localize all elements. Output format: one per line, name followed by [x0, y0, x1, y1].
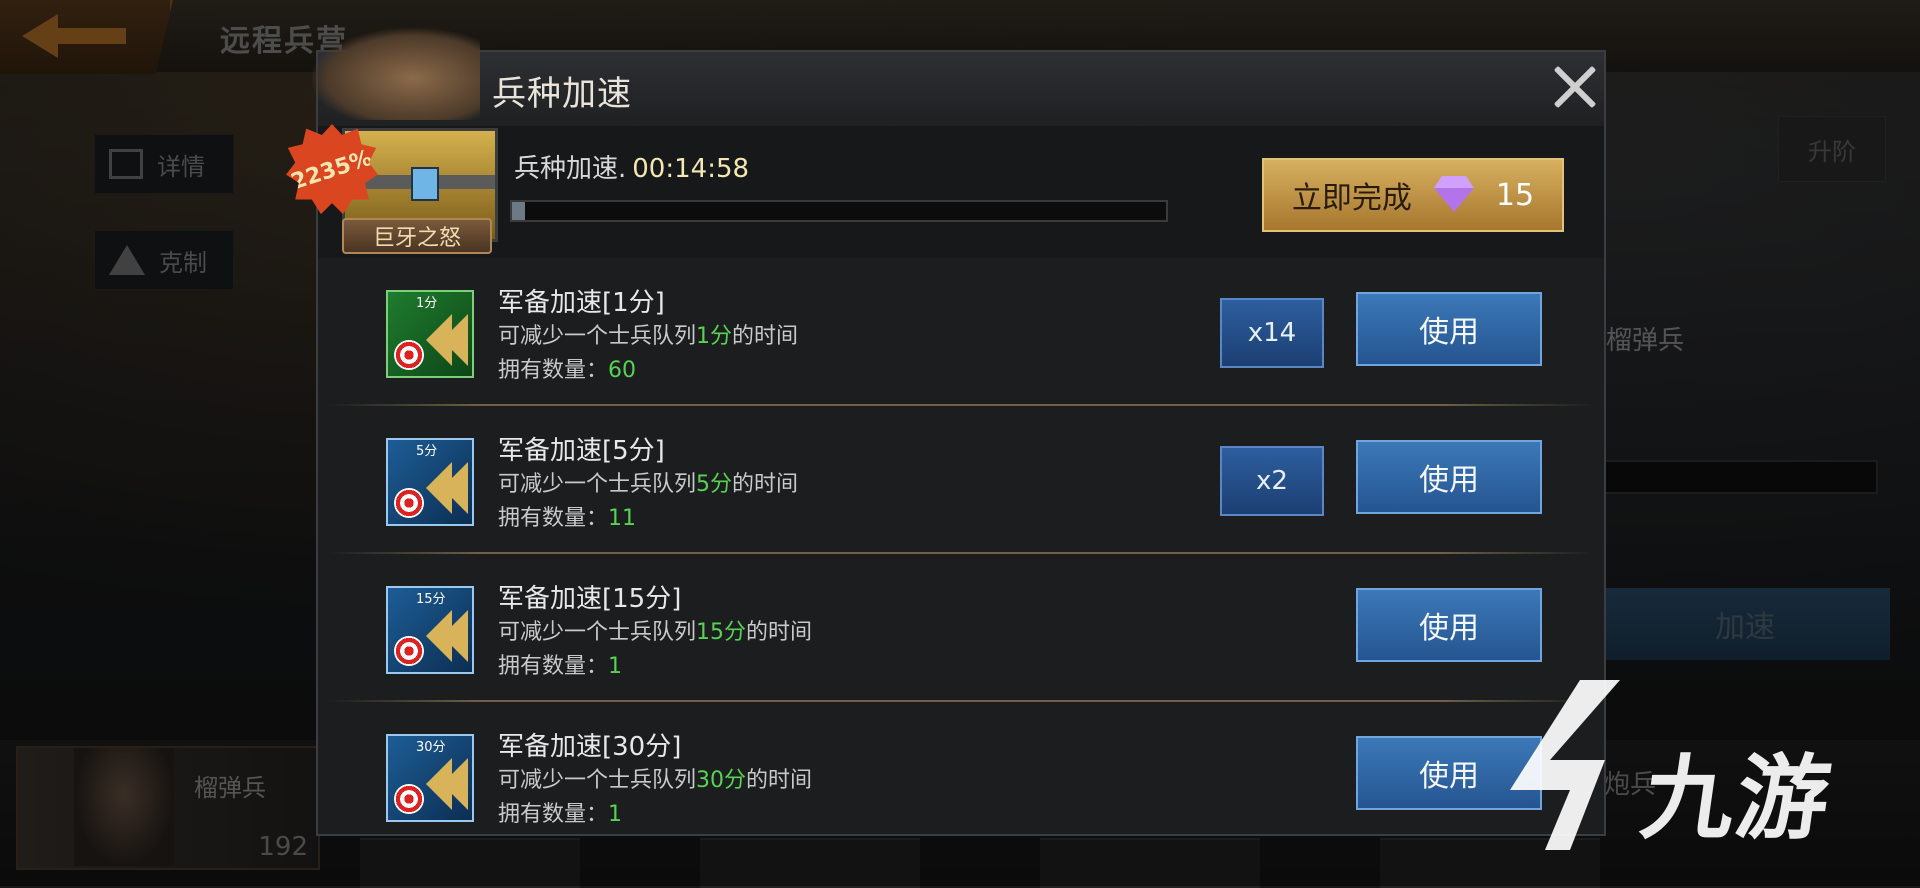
speedup-item-row: 15分 军备加速[15分] 可减少一个士兵队列15分的时间 拥有数量：1 使用: [318, 554, 1604, 702]
finish-now-label: 立即完成: [1291, 181, 1412, 216]
beast-art: [312, 28, 480, 120]
chevron-icon: [442, 314, 468, 366]
item-name: 军备加速[1分]: [498, 288, 665, 318]
speedup-item-icon: 30分: [386, 734, 474, 822]
item-description: 可减少一个士兵队列1分的时间: [498, 318, 798, 350]
desc-text: 的时间: [746, 620, 813, 645]
multi-use-button[interactable]: x14: [1220, 298, 1324, 368]
chevron-icon: [442, 610, 468, 662]
desc-text: 的时间: [732, 472, 799, 497]
target-icon: [394, 340, 424, 370]
speedup-item-row: 30分 军备加速[30分] 可减少一个士兵队列30分的时间 拥有数量：1 使用: [318, 702, 1604, 834]
owned-label: 拥有数量：: [498, 654, 609, 679]
item-name: 军备加速[5分]: [498, 436, 665, 466]
item-owned: 拥有数量：1: [498, 796, 622, 828]
timer-label: 兵种加速. 00:14:58: [514, 148, 749, 185]
owned-count: 11: [608, 506, 637, 531]
watermark-text: 九游: [1635, 745, 1839, 852]
item-description: 可减少一个士兵队列30分的时间: [498, 762, 812, 794]
desc-highlight: 5分: [696, 472, 733, 497]
item-icon-tag: 5分: [416, 444, 438, 459]
desc-text: 的时间: [732, 324, 799, 349]
desc-text: 可减少一个士兵队列: [498, 472, 697, 497]
desc-text: 可减少一个士兵队列: [498, 768, 697, 793]
dialog-title: 兵种加速: [492, 74, 632, 114]
chevron-icon: [442, 462, 468, 514]
item-owned: 拥有数量：11: [498, 500, 636, 532]
owned-label: 拥有数量：: [498, 802, 609, 827]
jiuyou-logo-icon: [1510, 680, 1620, 850]
close-button[interactable]: [1552, 64, 1598, 110]
item-description: 可减少一个士兵队列15分的时间: [498, 614, 812, 646]
event-badge-text: 2235%: [288, 145, 376, 195]
timer-value: 00:14:58: [632, 154, 750, 184]
dialog-header: 兵种加速: [318, 52, 1604, 127]
speedup-item-list: 1分 军备加速[1分] 可减少一个士兵队列1分的时间 拥有数量：60 x14 使…: [318, 258, 1604, 834]
speedup-item-row: 5分 军备加速[5分] 可减少一个士兵队列5分的时间 拥有数量：11 x2 使用: [318, 406, 1604, 554]
speedup-item-icon: 15分: [386, 586, 474, 674]
finish-now-button[interactable]: 立即完成 15: [1262, 158, 1564, 232]
item-owned: 拥有数量：1: [498, 648, 622, 680]
jiuyou-watermark: 九游: [1510, 680, 1890, 852]
owned-count: 1: [608, 802, 623, 827]
multi-use-button[interactable]: x2: [1220, 446, 1324, 516]
item-icon-tag: 30分: [416, 740, 446, 755]
use-button[interactable]: 使用: [1356, 292, 1542, 366]
use-button[interactable]: 使用: [1356, 440, 1542, 514]
item-icon-tag: 1分: [416, 296, 438, 311]
event-name: 巨牙之怒: [342, 218, 492, 254]
target-icon: [394, 784, 424, 814]
timer-progress-bar: [510, 200, 1168, 222]
item-name: 军备加速[15分]: [498, 584, 682, 614]
desc-text: 可减少一个士兵队列: [498, 324, 697, 349]
desc-highlight: 15分: [696, 620, 747, 645]
speedup-dialog: 兵种加速 兵种加速. 00:14:58 立即完成 15 1分 军备加速[1分] 可…: [316, 50, 1606, 836]
lock-icon: [411, 167, 439, 201]
timer-caption: 兵种加速.: [514, 154, 627, 184]
speedup-item-icon: 5分: [386, 438, 474, 526]
use-button[interactable]: 使用: [1356, 588, 1542, 662]
item-owned: 拥有数量：60: [498, 352, 636, 384]
chevron-icon: [442, 758, 468, 810]
speedup-item-row: 1分 军备加速[1分] 可减少一个士兵队列1分的时间 拥有数量：60 x14 使…: [318, 258, 1604, 406]
owned-label: 拥有数量：: [498, 358, 609, 383]
target-icon: [394, 636, 424, 666]
owned-count: 1: [608, 654, 623, 679]
desc-text: 的时间: [746, 768, 813, 793]
diamond-icon: [1433, 188, 1474, 212]
target-icon: [394, 488, 424, 518]
desc-highlight: 30分: [696, 768, 747, 793]
desc-text: 可减少一个士兵队列: [498, 620, 697, 645]
owned-label: 拥有数量：: [498, 506, 609, 531]
item-description: 可减少一个士兵队列5分的时间: [498, 466, 798, 498]
finish-cost: 15: [1495, 177, 1535, 213]
item-icon-tag: 15分: [416, 592, 446, 607]
item-name: 军备加速[30分]: [498, 732, 682, 762]
owned-count: 60: [608, 358, 637, 383]
timer-row: 兵种加速. 00:14:58 立即完成 15: [318, 126, 1604, 258]
timer-progress-fill: [512, 202, 526, 220]
speedup-item-icon: 1分: [386, 290, 474, 378]
desc-highlight: 1分: [696, 324, 733, 349]
